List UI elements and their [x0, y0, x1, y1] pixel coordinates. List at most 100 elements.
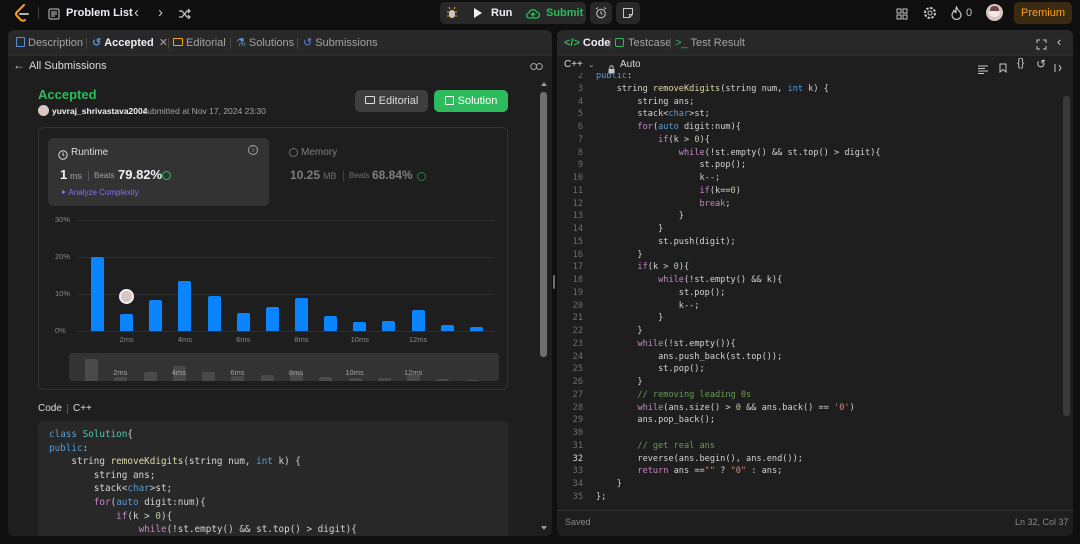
runtime-bar[interactable] [207, 295, 221, 331]
code-line[interactable]: return ans =="" ? "0" : ans; [596, 465, 782, 478]
fullscreen-icon[interactable] [1036, 37, 1047, 50]
tab-accepted[interactable]: ↺ Accepted ✕ [92, 30, 168, 56]
code-line[interactable]: // removing leading 0s [596, 389, 751, 402]
problem-list-icon[interactable] [48, 7, 60, 20]
editor-scrollbar-thumb[interactable] [1063, 96, 1070, 416]
code-line[interactable]: }; [596, 491, 606, 504]
share-link-icon[interactable] [530, 59, 543, 71]
debug-icon[interactable] [446, 6, 458, 20]
runtime-bar[interactable] [324, 316, 338, 331]
memory-card[interactable]: Memory 10.25 MB Beats 68.84% [279, 138, 499, 206]
code-line[interactable]: st.pop(); [596, 363, 705, 376]
braces-icon[interactable]: {} [1017, 57, 1024, 69]
code-line[interactable]: // get real ans [596, 440, 715, 453]
leetcode-logo-icon[interactable] [14, 4, 30, 22]
code-line[interactable]: while(ans.size() > 0 && ans.back() == '0… [596, 402, 854, 415]
tab-testcase[interactable]: Testcase [615, 30, 671, 56]
code-line[interactable]: st.pop(); [596, 287, 726, 300]
scroll-thumb[interactable] [540, 92, 547, 357]
tab-code[interactable]: </> Code [564, 30, 610, 56]
code-line[interactable]: ans.push_back(st.top()); [596, 351, 782, 364]
runtime-bar[interactable] [236, 312, 250, 331]
next-problem-icon[interactable]: › [158, 0, 163, 26]
panel-resize-handle[interactable] [553, 275, 555, 289]
code-line[interactable]: string ans; [596, 96, 694, 109]
code-line[interactable]: } [596, 223, 663, 236]
back-arrow-icon[interactable]: ← [13, 58, 25, 72]
code-line[interactable]: string removeKdigits(string num, int k) … [596, 83, 829, 96]
tab-submissions[interactable]: ↺ Submissions [303, 30, 378, 56]
runtime-bar[interactable] [178, 281, 192, 331]
left-scrollbar[interactable] [540, 82, 548, 536]
language-select[interactable]: C++ ⌄ [564, 59, 595, 70]
code-line[interactable]: while(!st.empty()){ [596, 338, 735, 351]
tab-test-result[interactable]: >_ Test Result [675, 30, 745, 56]
runtime-bar[interactable] [382, 320, 396, 331]
run-button[interactable]: Run [464, 2, 518, 24]
code-line[interactable]: } [596, 312, 663, 325]
user-avatar[interactable] [986, 4, 1003, 21]
runtime-bar[interactable] [120, 314, 134, 331]
scroll-down-arrow[interactable] [541, 526, 547, 530]
code-line[interactable]: ans.pop_back(); [596, 414, 715, 427]
info-icon[interactable]: i [248, 145, 258, 155]
notes-button[interactable] [616, 2, 640, 24]
code-line[interactable]: while(!st.empty() && st.top() > digit){ [596, 147, 881, 160]
code-line[interactable]: } [596, 210, 684, 223]
layout-icon[interactable] [896, 7, 908, 20]
runtime-bar[interactable] [353, 322, 367, 331]
collapse-chevron-icon[interactable]: ‹ [1057, 34, 1061, 49]
code-line[interactable]: k--; [596, 172, 720, 185]
scroll-up-arrow[interactable] [541, 82, 547, 86]
code-line[interactable]: for(auto digit:num){ [596, 121, 741, 134]
tab-description[interactable]: Description [16, 30, 83, 56]
bookmark-icon[interactable] [999, 60, 1007, 74]
code-line[interactable]: break; [596, 198, 730, 211]
runtime-bar[interactable] [91, 257, 104, 331]
reset-code-icon[interactable]: ↺ [1036, 57, 1046, 71]
code-line[interactable]: while(!st.empty() && k){ [596, 274, 782, 287]
runtime-bar[interactable] [295, 297, 308, 331]
problem-list-link[interactable]: Problem List [66, 0, 133, 26]
submit-button[interactable]: Submit [520, 2, 586, 24]
code-line[interactable]: if(k > 0){ [596, 134, 710, 147]
editorial-button[interactable]: Editorial [355, 90, 428, 112]
code-line[interactable]: public: [596, 73, 632, 83]
code-line[interactable]: } [596, 376, 642, 389]
runtime-card[interactable]: Runtime i 1 ms Beats 79.82% ✦ Analyze Co… [48, 138, 269, 206]
auto-format-label[interactable]: Auto [620, 59, 641, 70]
settings-gear-icon[interactable] [923, 6, 937, 20]
code-editor[interactable]: 2 public: 3 string removeKdigits(string nu… [557, 73, 1057, 506]
code-line[interactable]: } [596, 249, 642, 262]
runtime-bar[interactable] [411, 309, 425, 331]
range-navigator[interactable]: 2ms 4ms 6ms 8ms 10ms 12ms [69, 353, 499, 381]
code-line[interactable]: if(k==0) [596, 185, 740, 198]
analyze-complexity-link[interactable]: ✦ Analyze Complexity [60, 188, 139, 197]
code-line[interactable]: k--; [596, 300, 700, 313]
tab-editorial[interactable]: Editorial [173, 30, 226, 56]
all-submissions-link[interactable]: All Submissions [29, 60, 107, 72]
code-line[interactable]: st.push(digit); [596, 236, 736, 249]
author-avatar[interactable] [38, 105, 49, 116]
code-line[interactable]: reverse(ans.begin(), ans.end()); [596, 453, 803, 466]
premium-button[interactable]: Premium [1014, 2, 1072, 24]
timer-button[interactable] [590, 2, 612, 24]
author-username[interactable]: yuvraj_shrivastava2004 [52, 106, 147, 116]
code-line[interactable]: stack<char>st; [596, 108, 709, 121]
tab-solutions[interactable]: ⚗ Solutions [236, 30, 294, 56]
runtime-bar[interactable] [469, 327, 483, 331]
code-line[interactable]: st.pop(); [596, 159, 746, 172]
code-line[interactable]: if(k > 0){ [596, 261, 689, 274]
format-code-icon[interactable] [978, 61, 988, 74]
code-line[interactable]: } [596, 325, 642, 338]
solution-button[interactable]: Solution [434, 90, 508, 112]
runtime-bar[interactable] [265, 306, 279, 331]
runtime-bar[interactable] [440, 325, 454, 331]
more-options-icon[interactable] [1054, 60, 1062, 72]
prev-problem-icon[interactable]: ‹ [134, 0, 139, 26]
runtime-bar[interactable] [149, 299, 163, 331]
shuffle-icon[interactable] [178, 7, 191, 20]
streak-flame-icon[interactable] [951, 5, 962, 21]
code-line[interactable]: } [596, 478, 622, 491]
